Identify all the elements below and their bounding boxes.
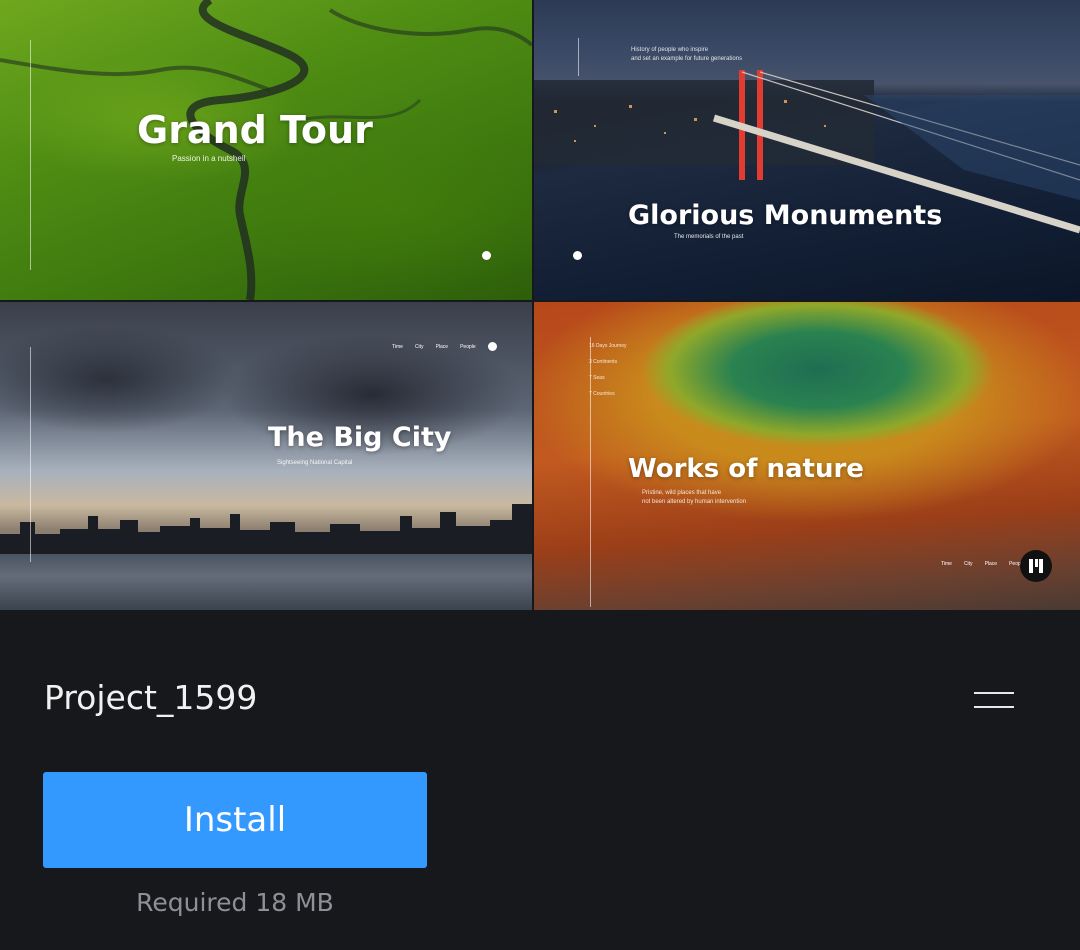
brand-logo-icon (1020, 550, 1052, 582)
menu-bar (974, 706, 1014, 708)
slide-subtitle: Pristine, wild places that have not been… (642, 490, 747, 505)
bridge-illustration (534, 70, 1080, 234)
stats-item: 7 Countries (589, 391, 615, 397)
template-preview-gallery: Grand Tour Passion in a nutshell History… (0, 0, 1080, 610)
stats-item: 7 Seas (589, 375, 605, 381)
hamburger-menu-icon[interactable] (970, 688, 1018, 714)
stats-item: 16 Days Journey (589, 343, 627, 349)
stats-item: 3 Continents (589, 359, 618, 365)
decorative-line (30, 347, 31, 562)
decorative-line (578, 38, 579, 76)
nav-dot-icon (482, 251, 491, 260)
slide-nav: Time City Place People (941, 561, 1025, 567)
nav-item: People (460, 343, 476, 350)
slide-title: Grand Tour (137, 108, 373, 152)
nav-item: Place (435, 343, 449, 350)
slide-subtitle: Sightseeing National Capital (277, 460, 353, 466)
install-button[interactable]: Install (43, 772, 427, 868)
slide-title: Glorious Monuments (628, 200, 943, 231)
slide-title: Works of nature (628, 454, 864, 484)
slide-nav: Time City Place People (392, 342, 497, 351)
nav-item: City (963, 561, 973, 567)
preview-slide-works-of-nature: 16 Days Journey 3 Continents 7 Seas 7 Co… (534, 302, 1080, 610)
logo-glyph-icon (1029, 559, 1043, 573)
slide-subtitle: Passion in a nutshell (172, 154, 246, 163)
decorative-line (30, 40, 31, 270)
nav-dot-icon (573, 251, 582, 260)
menu-bar (974, 692, 1014, 694)
nav-item: Time (941, 561, 952, 567)
nav-item: Time (392, 343, 403, 350)
preview-slide-grand-tour: Grand Tour Passion in a nutshell (0, 0, 532, 300)
nav-item: Place (984, 561, 998, 567)
slide-caption: History of people who inspire and set an… (631, 47, 743, 62)
slide-subtitle: The memorials of the past (674, 234, 744, 240)
preview-slide-big-city: Time City Place People The Big City Sigh… (0, 302, 532, 610)
stats-list: 16 Days Journey 3 Continents 7 Seas 7 Co… (589, 338, 627, 402)
project-title: Project_1599 (44, 678, 258, 717)
water-illustration (0, 554, 532, 610)
nav-item: City (414, 343, 424, 350)
menu-dot-icon (487, 342, 497, 351)
slide-title: The Big City (268, 422, 452, 453)
preview-slide-glorious-monuments: History of people who inspire and set an… (534, 0, 1080, 300)
city-skyline-illustration (0, 504, 532, 554)
required-size-label: Required 18 MB (136, 888, 334, 917)
install-panel: Project_1599 Install Required 18 MB (0, 610, 1080, 950)
